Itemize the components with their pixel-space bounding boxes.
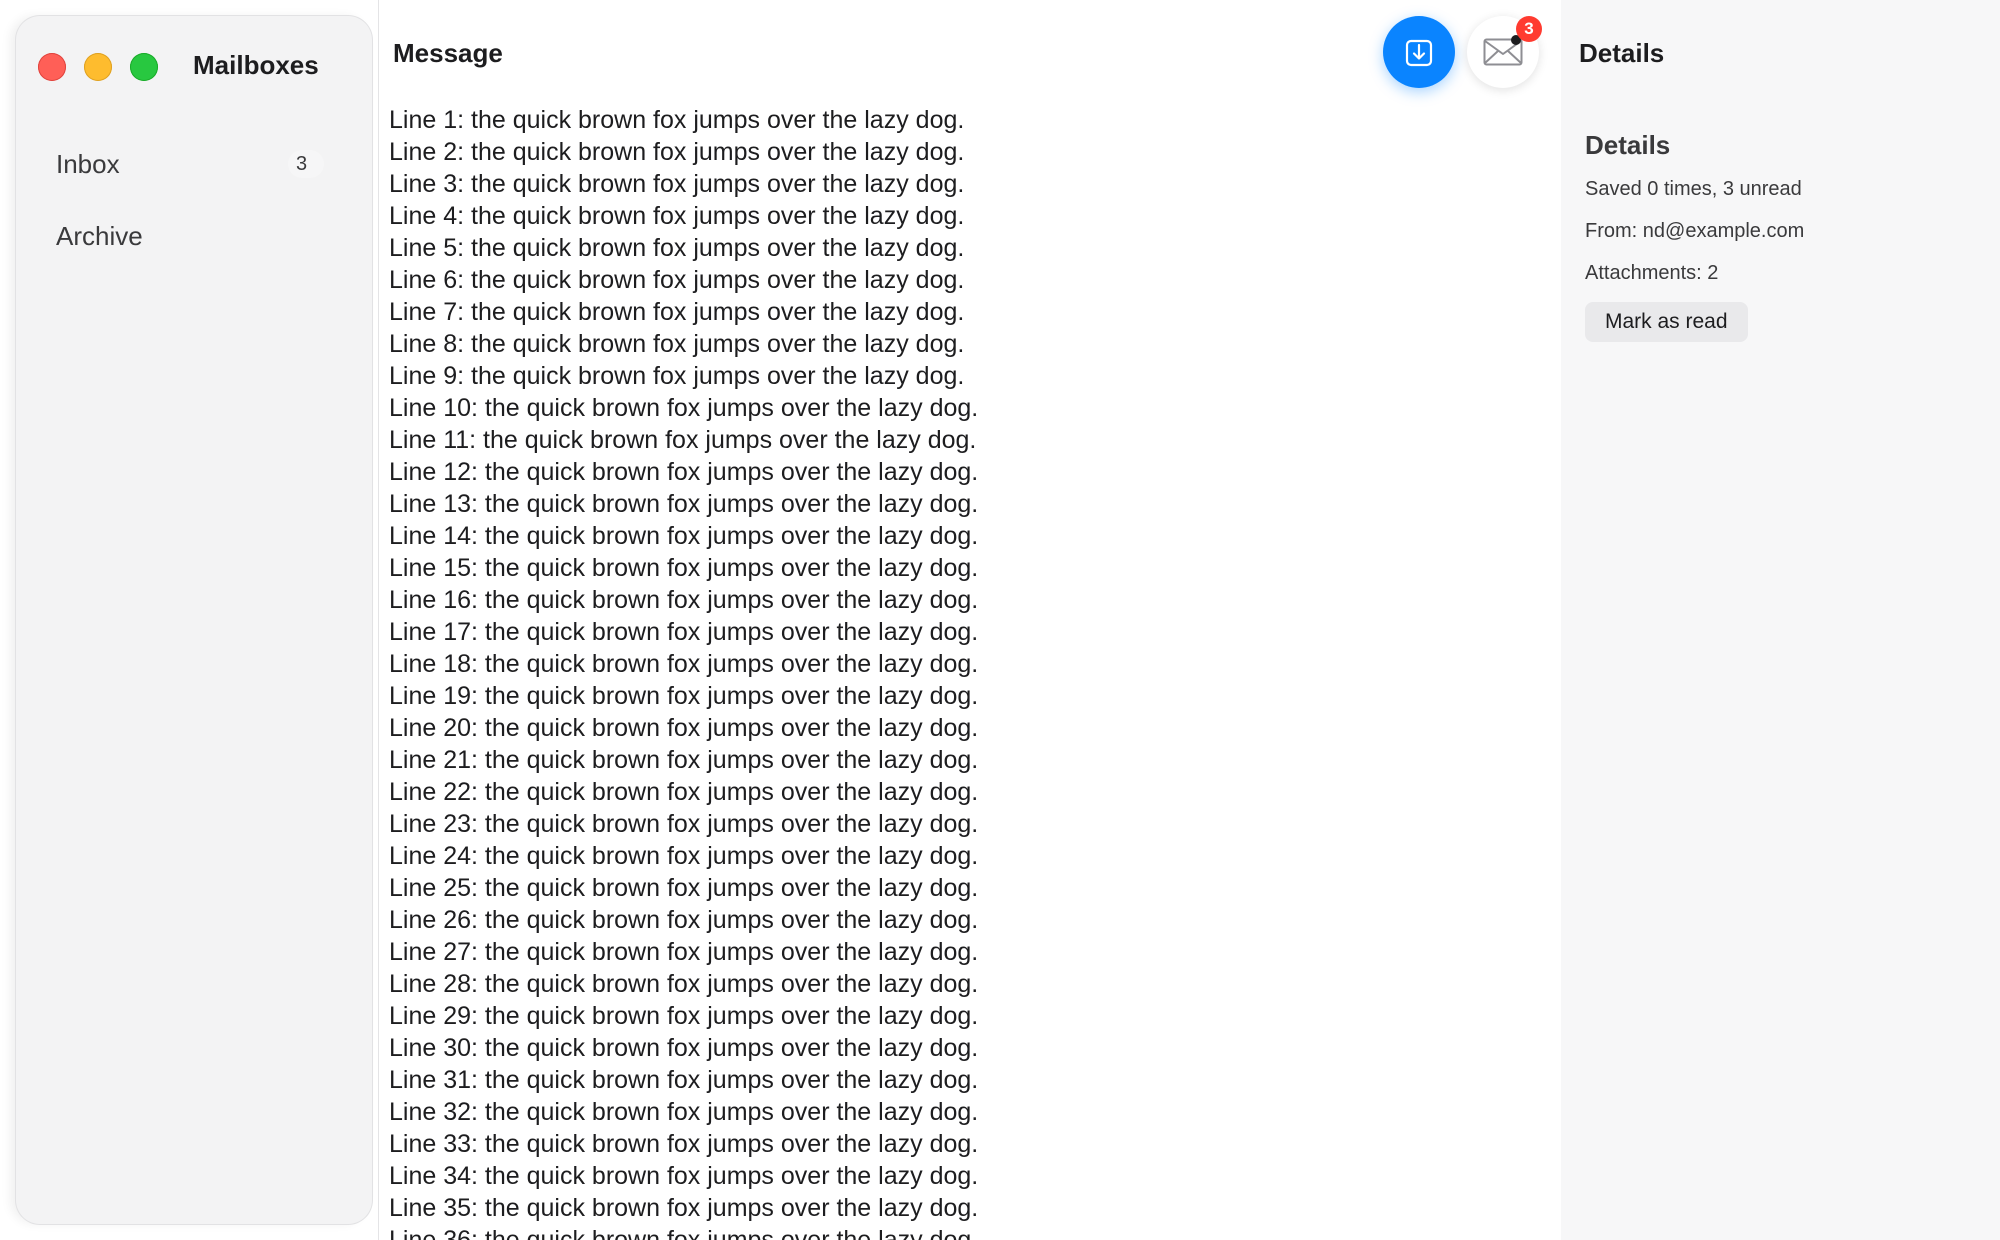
message-title: Message xyxy=(393,38,503,68)
details-pane: Details Details Saved 0 times, 3 unread … xyxy=(1561,0,2000,1240)
message-line: Line 17: the quick brown fox jumps over … xyxy=(389,618,979,646)
message-line: Line 31: the quick brown fox jumps over … xyxy=(389,1066,979,1094)
message-line: Line 20: the quick brown fox jumps over … xyxy=(389,714,979,742)
message-line: Line 3: the quick brown fox jumps over t… xyxy=(389,170,965,198)
message-body: Line 1: the quick brown fox jumps over t… xyxy=(389,104,1539,1240)
message-line: Line 1: the quick brown fox jumps over t… xyxy=(389,106,965,134)
from-address: From: nd@example.com xyxy=(1585,220,1805,242)
message-line: Line 11: the quick brown fox jumps over … xyxy=(389,426,977,454)
saved-status: Saved 0 times, 3 unread xyxy=(1585,178,1802,200)
message-pane: Message 3 Line 1: the quick brown fox ju… xyxy=(378,0,1562,1240)
message-line: Line 24: the quick brown fox jumps over … xyxy=(389,842,979,870)
message-line: Line 30: the quick brown fox jumps over … xyxy=(389,1034,979,1062)
message-line: Line 2: the quick brown fox jumps over t… xyxy=(389,138,965,166)
message-line: Line 15: the quick brown fox jumps over … xyxy=(389,554,979,582)
mail-badge: 3 xyxy=(1516,16,1542,42)
inbox-unread-count: 3 xyxy=(288,150,324,178)
message-line: Line 23: the quick brown fox jumps over … xyxy=(389,810,979,838)
mark-as-read-button[interactable]: Mark as read xyxy=(1585,302,1748,342)
message-line: Line 7: the quick brown fox jumps over t… xyxy=(389,298,965,326)
message-line: Line 9: the quick brown fox jumps over t… xyxy=(389,362,965,390)
message-line: Line 16: the quick brown fox jumps over … xyxy=(389,586,979,614)
message-line: Line 10: the quick brown fox jumps over … xyxy=(389,394,979,422)
message-line: Line 34: the quick brown fox jumps over … xyxy=(389,1162,979,1190)
mail-window: Mailboxes Inbox 3 Archive Message 3 Line… xyxy=(0,0,2000,1240)
sidebar-item-archive[interactable]: Archive xyxy=(40,208,350,264)
message-line: Line 5: the quick brown fox jumps over t… xyxy=(389,234,965,262)
message-line: Line 19: the quick brown fox jumps over … xyxy=(389,682,979,710)
download-arrow-icon xyxy=(1405,39,1433,67)
sidebar: Mailboxes Inbox 3 Archive xyxy=(16,16,372,1224)
sidebar-item-label: Inbox xyxy=(56,148,120,179)
message-line: Line 26: the quick brown fox jumps over … xyxy=(389,906,979,934)
message-line: Line 28: the quick brown fox jumps over … xyxy=(389,970,979,998)
message-line: Line 14: the quick brown fox jumps over … xyxy=(389,522,979,550)
message-line: Line 22: the quick brown fox jumps over … xyxy=(389,778,979,806)
details-header: Details xyxy=(1579,38,1665,68)
message-line: Line 29: the quick brown fox jumps over … xyxy=(389,1002,979,1030)
close-window-button[interactable] xyxy=(38,53,66,81)
message-line: Line 27: the quick brown fox jumps over … xyxy=(389,938,979,966)
message-line: Line 21: the quick brown fox jumps over … xyxy=(389,746,979,774)
message-line: Line 8: the quick brown fox jumps over t… xyxy=(389,330,965,358)
sidebar-item-inbox[interactable]: Inbox 3 xyxy=(40,136,350,192)
sidebar-title: Mailboxes xyxy=(193,50,319,80)
message-line: Line 33: the quick brown fox jumps over … xyxy=(389,1130,979,1158)
message-line: Line 6: the quick brown fox jumps over t… xyxy=(389,266,965,294)
message-line: Line 36: the quick brown fox jumps over … xyxy=(389,1226,979,1240)
message-line: Line 13: the quick brown fox jumps over … xyxy=(389,490,979,518)
minimize-window-button[interactable] xyxy=(84,53,112,81)
window-controls xyxy=(38,53,158,81)
zoom-window-button[interactable] xyxy=(130,53,158,81)
message-line: Line 35: the quick brown fox jumps over … xyxy=(389,1194,979,1222)
message-line: Line 32: the quick brown fox jumps over … xyxy=(389,1098,979,1126)
message-line: Line 4: the quick brown fox jumps over t… xyxy=(389,202,965,230)
details-subtitle: Details xyxy=(1585,130,1671,160)
download-button[interactable] xyxy=(1383,16,1455,88)
sidebar-item-label: Archive xyxy=(56,220,143,251)
message-line: Line 18: the quick brown fox jumps over … xyxy=(389,650,979,678)
attachments-count: Attachments: 2 xyxy=(1585,262,1719,284)
message-line: Line 12: the quick brown fox jumps over … xyxy=(389,458,979,486)
message-line: Line 25: the quick brown fox jumps over … xyxy=(389,874,979,902)
